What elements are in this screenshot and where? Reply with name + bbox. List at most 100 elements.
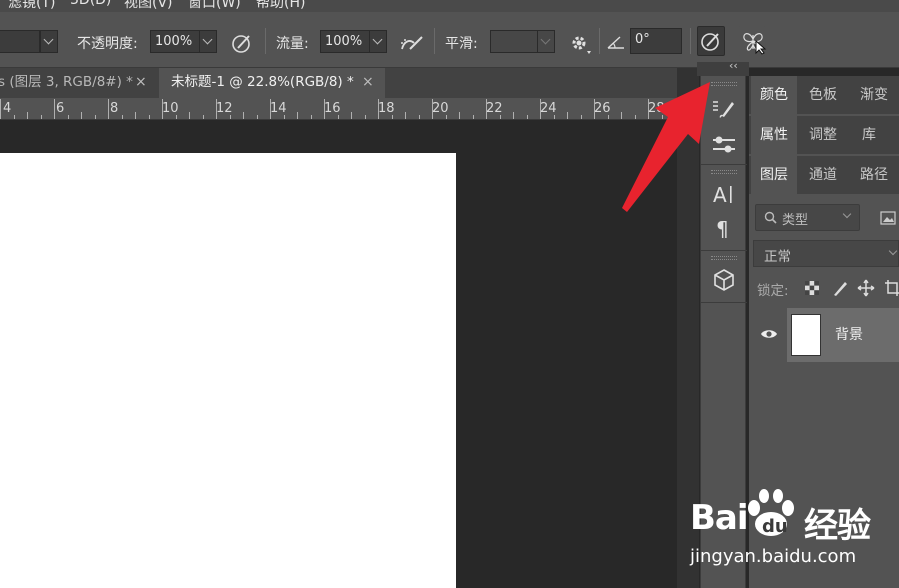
tab-gradients[interactable]: 渐变	[849, 76, 899, 114]
menu-window[interactable]: 窗口(W)	[188, 0, 241, 12]
angle-input[interactable]: 0°	[630, 28, 682, 54]
chevron-down-icon	[842, 209, 852, 219]
tab-layers[interactable]: 图层	[751, 156, 797, 194]
ruler-tick	[148, 115, 150, 119]
ruler-tick	[108, 99, 109, 119]
ruler-label: 26	[594, 101, 611, 116]
ruler-label: 28	[648, 101, 665, 116]
opacity-label: 不透明度:	[77, 36, 138, 52]
tab-libraries[interactable]: 库	[849, 116, 889, 154]
ruler-label: 6	[56, 101, 65, 116]
symmetry-button[interactable]	[738, 26, 767, 56]
panel-group-layers: 图层 通道 路径	[749, 156, 899, 194]
lock-transparent-icon[interactable]	[805, 281, 819, 295]
tab-adjustments[interactable]: 调整	[799, 116, 847, 154]
ruler-tick	[472, 115, 474, 119]
ruler-tick	[310, 115, 312, 119]
tab-color[interactable]: 颜色	[751, 76, 797, 114]
ruler-tick	[121, 115, 123, 119]
canvas-area[interactable]	[0, 121, 677, 588]
grip-handle[interactable]	[711, 170, 737, 174]
separator	[265, 28, 266, 54]
paragraph-icon[interactable]: ¶	[710, 214, 738, 242]
menu-bar: 滤镜(T) 3D(D) 视图(V) 窗口(W) 帮助(H)	[0, 0, 899, 12]
grip-handle[interactable]	[711, 256, 737, 260]
tab-channels[interactable]: 通道	[799, 156, 847, 194]
lock-pixels-icon[interactable]	[831, 279, 849, 297]
ruler-label: 4	[3, 101, 12, 116]
separator	[701, 250, 747, 251]
opacity-input[interactable]: 100%	[150, 30, 200, 53]
brush-settings-icon[interactable]	[710, 94, 738, 122]
tab-close-button[interactable]: ×	[135, 68, 147, 96]
brush-presets-icon[interactable]	[710, 130, 738, 158]
layer-thumbnail	[791, 314, 821, 356]
ruler-tick	[364, 115, 366, 119]
document-canvas[interactable]	[0, 153, 456, 588]
tab-swatches[interactable]: 色板	[799, 76, 847, 114]
flow-input[interactable]: 100%	[320, 30, 370, 53]
panel-group-color: 颜色 色板 渐变	[749, 76, 899, 114]
lock-label: 锁定:	[757, 283, 789, 299]
watermark-brand-right: 经验	[804, 506, 871, 546]
character-icon[interactable]: A	[710, 180, 738, 208]
tab-close-button[interactable]: ×	[362, 68, 374, 96]
search-icon	[764, 211, 777, 224]
ruler-tick	[40, 115, 42, 119]
ruler-tick	[351, 112, 352, 119]
ruler-tick	[256, 115, 258, 119]
lock-artboard-icon[interactable]	[884, 279, 899, 297]
flow-dropdown[interactable]	[369, 30, 387, 53]
watermark-url: jingyan.baidu.com	[690, 546, 857, 567]
panel-collapse-bar[interactable]: ‹‹	[697, 59, 749, 76]
layer-row[interactable]: 背景	[749, 308, 899, 362]
image-filter-icon[interactable]	[880, 211, 896, 225]
smoothing-input[interactable]	[490, 30, 538, 53]
ruler-tick	[526, 115, 528, 119]
layer-filter-select[interactable]: 类型	[755, 204, 860, 231]
eye-icon[interactable]	[760, 328, 778, 340]
panel-group-properties: 属性 调整 库	[749, 116, 899, 154]
lock-row: 锁定:	[749, 274, 899, 302]
layer-name: 背景	[835, 327, 863, 343]
blend-mode-select[interactable]: 正常	[753, 240, 899, 267]
document-tab-bar: s (图层 3, RGB/8#) * × 未标题-1 @ 22.8%(RGB/8…	[0, 68, 697, 98]
ruler-tick	[567, 112, 568, 119]
ruler-tick	[135, 112, 136, 119]
ruler-tick	[13, 115, 15, 119]
separator	[434, 28, 435, 54]
opacity-dropdown[interactable]	[199, 30, 217, 53]
tab-document-1[interactable]: s (图层 3, RGB/8#) * ×	[0, 68, 159, 98]
3d-cube-icon[interactable]	[710, 266, 738, 294]
tab-paths[interactable]: 路径	[849, 156, 899, 194]
tab-document-2[interactable]: 未标题-1 @ 22.8%(RGB/8) * ×	[159, 68, 385, 98]
ruler-tick	[580, 115, 582, 119]
ruler-label: 16	[324, 101, 341, 116]
grip-handle[interactable]	[711, 82, 737, 86]
menu-filter[interactable]: 滤镜(T)	[8, 0, 55, 12]
airbrush-icon[interactable]	[398, 31, 426, 55]
blend-mode-value: 正常	[764, 249, 791, 265]
separator	[690, 28, 691, 54]
collapse-icon[interactable]: ‹‹	[729, 59, 738, 72]
ruler-tick	[513, 112, 514, 119]
ruler-tick	[54, 99, 55, 119]
menu-view[interactable]: 视图(V)	[124, 0, 173, 12]
pressure-opacity-icon[interactable]	[230, 31, 254, 55]
smoothing-dropdown[interactable]	[537, 30, 555, 53]
menu-help[interactable]: 帮助(H)	[256, 0, 305, 12]
ruler-label: 10	[162, 101, 179, 116]
mode-select[interactable]	[0, 30, 40, 53]
pressure-size-button[interactable]	[697, 26, 725, 56]
ruler-tick	[0, 99, 1, 119]
horizontal-ruler[interactable]: 4 6 8 10 12 14 16 18 20 22 24 26 28	[0, 98, 677, 120]
ruler-tick	[675, 112, 676, 119]
tab-properties[interactable]: 属性	[751, 116, 797, 154]
mode-dropdown[interactable]	[40, 30, 58, 53]
menu-3d[interactable]: 3D(D)	[70, 0, 111, 8]
ruler-label: 18	[378, 101, 395, 116]
ruler-tick	[418, 115, 420, 119]
lock-position-icon[interactable]	[857, 279, 875, 297]
layer-body[interactable]: 背景	[787, 308, 899, 362]
gear-icon[interactable]	[568, 32, 592, 56]
